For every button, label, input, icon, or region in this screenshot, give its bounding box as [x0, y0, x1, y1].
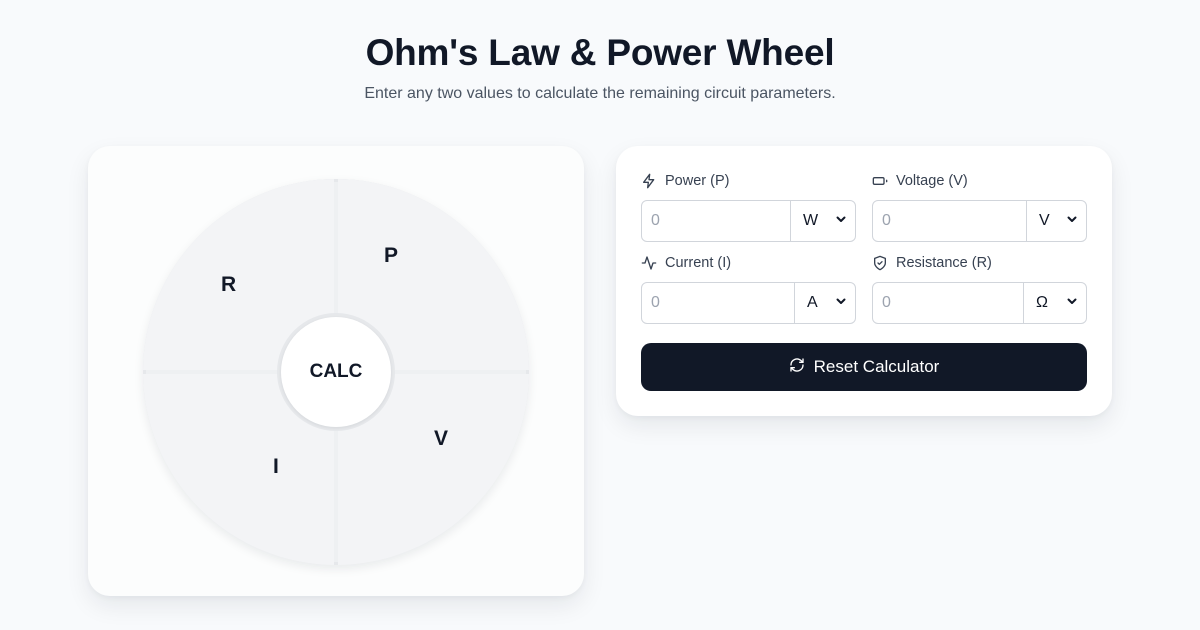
power-input[interactable]	[642, 201, 790, 241]
voltage-unit-select[interactable]: V	[1026, 201, 1086, 241]
refresh-icon	[789, 357, 814, 378]
calc-hub: CALC	[277, 313, 395, 431]
resistance-unit-select[interactable]: Ω	[1023, 283, 1086, 323]
resistance-unit-value: Ω	[1036, 294, 1048, 311]
power-field: Power (P) W	[641, 171, 856, 242]
reset-calculator-button[interactable]: Reset Calculator	[641, 343, 1087, 391]
current-input[interactable]	[642, 283, 794, 323]
activity-icon	[641, 255, 665, 271]
resistance-input[interactable]	[873, 283, 1023, 323]
resistance-input-group: Ω	[872, 282, 1087, 324]
voltage-label: Voltage (V)	[872, 171, 1087, 191]
shield-icon	[872, 255, 896, 271]
power-label: Power (P)	[641, 171, 856, 191]
resistance-label: Resistance (R)	[872, 253, 1087, 273]
resistance-field: Resistance (R) Ω	[872, 253, 1087, 324]
voltage-field: Voltage (V) V	[872, 171, 1087, 242]
quadrant-label-r: R	[221, 273, 237, 296]
reset-button-label: Reset Calculator	[813, 357, 940, 376]
power-wheel: R P I V CALC	[143, 179, 529, 565]
current-field: Current (I) A	[641, 253, 856, 324]
current-label: Current (I)	[641, 253, 856, 273]
current-unit-value: A	[807, 294, 818, 311]
page-title: Ohm's Law & Power Wheel	[365, 32, 835, 73]
current-unit-select[interactable]: A	[794, 283, 855, 323]
chevron-down-icon	[1066, 294, 1078, 312]
page-subtitle: Enter any two values to calculate the re…	[364, 85, 836, 102]
voltage-unit-value: V	[1039, 212, 1050, 229]
power-input-group: W	[641, 200, 856, 242]
power-unit-select[interactable]: W	[790, 201, 855, 241]
current-label-text: Current (I)	[665, 255, 732, 271]
lightning-icon	[641, 173, 665, 189]
voltage-label-text: Voltage (V)	[896, 173, 968, 189]
calculator-form: Power (P) W Voltage (V) V	[616, 146, 1112, 416]
wheel-card: R P I V CALC	[88, 146, 584, 596]
current-input-group: A	[641, 282, 856, 324]
quadrant-label-p: P	[384, 244, 399, 267]
chevron-down-icon	[835, 212, 847, 230]
battery-icon	[872, 173, 896, 189]
voltage-input[interactable]	[873, 201, 1026, 241]
chevron-down-icon	[835, 294, 847, 312]
chevron-down-icon	[1066, 212, 1078, 230]
power-label-text: Power (P)	[665, 173, 730, 189]
quadrant-label-i: I	[273, 455, 279, 478]
quadrant-label-v: V	[434, 427, 449, 450]
calc-button[interactable]: CALC	[281, 317, 391, 427]
resistance-label-text: Resistance (R)	[896, 255, 992, 271]
voltage-input-group: V	[872, 200, 1087, 242]
power-unit-value: W	[803, 212, 819, 229]
